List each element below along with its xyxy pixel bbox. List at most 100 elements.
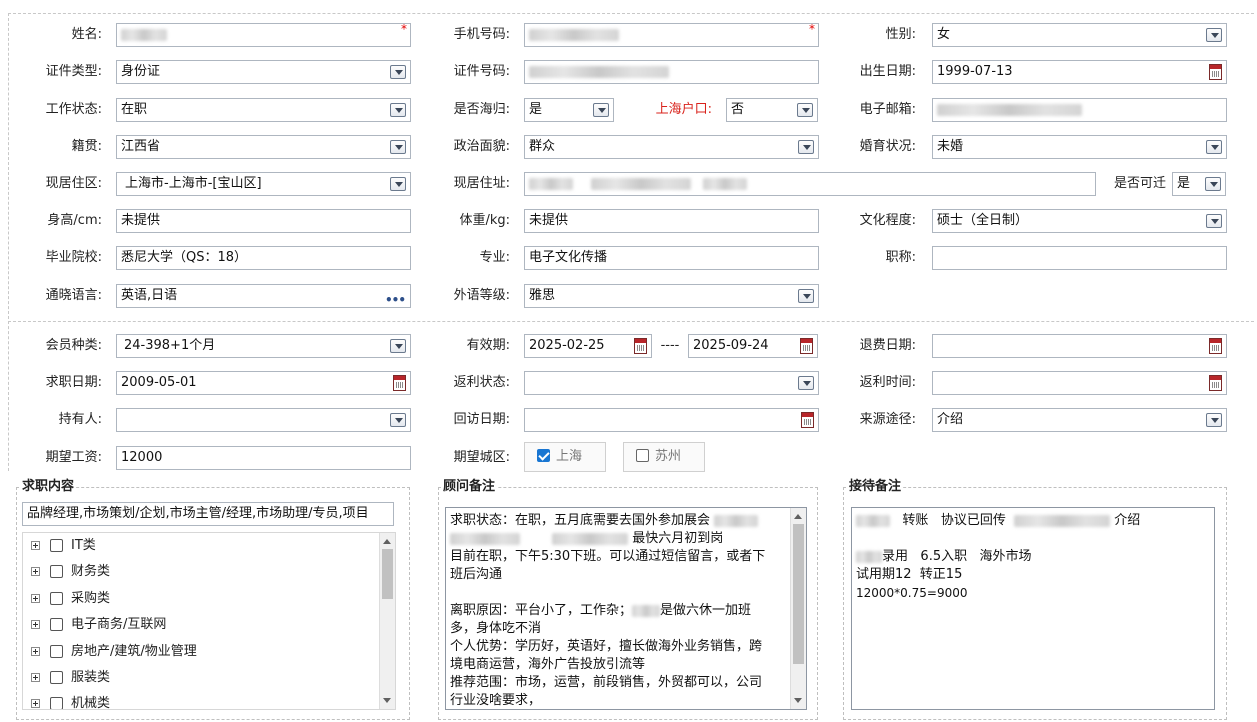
gender-select[interactable]: 女 [932,23,1227,47]
tree-item-clothing[interactable]: 服装类 [31,667,110,689]
school-input[interactable]: 悉尼大学（QS：18） [116,246,411,270]
name-input[interactable]: * [116,23,411,47]
city-option-suzhou[interactable]: 苏州 [623,442,705,472]
marital-select[interactable]: 未婚 [932,135,1227,159]
tree-item-it[interactable]: IT类 [31,535,96,557]
chevron-down-icon[interactable] [1206,28,1222,42]
chevron-down-icon[interactable] [390,65,406,79]
scroll-up-icon[interactable] [794,514,802,519]
jobsearch-date-input[interactable]: 2009-05-01 [116,371,411,395]
scroll-down-icon[interactable] [383,698,391,703]
chevron-down-icon[interactable] [1205,177,1221,191]
chevron-down-icon[interactable] [390,140,406,154]
title-input[interactable] [932,246,1227,270]
calendar-icon[interactable] [801,412,814,428]
calendar-icon[interactable] [1209,64,1222,80]
chevron-down-icon[interactable] [390,177,406,191]
source-select[interactable]: 介绍 [932,408,1227,432]
checkbox-checked-icon[interactable] [537,449,550,462]
work-status-select[interactable]: 在职 [116,98,411,122]
rebate-status-select[interactable] [524,371,819,395]
validity-start-input[interactable]: 2025-02-25 [524,334,652,358]
scroll-thumb[interactable] [382,549,393,599]
id-type-select[interactable]: 身份证 [116,60,411,84]
city-option-shanghai[interactable]: 上海 [524,442,606,472]
checkbox-icon[interactable] [636,449,649,462]
language-input[interactable]: 英语,日语 ••• [116,284,411,308]
advisor-notes-scrollbar[interactable] [790,508,806,709]
checkbox-icon[interactable] [50,671,63,684]
hukou-select[interactable]: 否 [726,98,818,122]
member-type-select[interactable]: 24-398+1个月 [116,334,411,358]
returnee-select[interactable]: 是 [524,98,614,122]
tree-scrollbar[interactable] [379,533,395,709]
revisit-date-input[interactable] [524,408,819,432]
expand-icon[interactable] [31,647,40,656]
job-summary-input[interactable]: 品牌经理,市场策划/企划,市场主管/经理,市场助理/专员,项目 [22,502,394,526]
district-select[interactable]: 上海市-上海市-[宝山区] [116,172,411,196]
calendar-icon[interactable] [1209,338,1222,354]
holder-select[interactable] [116,408,411,432]
scroll-thumb[interactable] [793,524,804,664]
expand-icon[interactable] [31,567,40,576]
tree-item-finance[interactable]: 财务类 [31,561,110,583]
job-category-tree[interactable]: IT类 财务类 采购类 电子商务/互联网 房地产/建筑/物业管理 服装类 机械类 [22,532,396,710]
tree-item-purchase[interactable]: 采购类 [31,588,110,610]
birth-date-input[interactable]: 1999-07-13 [932,60,1227,84]
chevron-down-icon[interactable] [797,103,813,117]
scroll-up-icon[interactable] [383,539,391,544]
id-number-input[interactable] [524,60,819,84]
chevron-down-icon[interactable] [593,103,609,117]
email-input[interactable] [932,98,1227,122]
phone-input[interactable]: * [524,23,819,47]
tree-item-realestate[interactable]: 房地产/建筑/物业管理 [31,641,197,663]
calendar-icon[interactable] [634,338,647,354]
hukou-value: 否 [731,102,745,117]
checkbox-icon[interactable] [50,645,63,658]
checkbox-icon[interactable] [50,539,63,552]
scroll-down-icon[interactable] [794,698,802,703]
tree-item-label: 机械类 [71,696,111,710]
relocate-select[interactable]: 是 [1172,172,1226,196]
lang-level-select[interactable]: 雅思 [524,284,819,308]
expand-icon[interactable] [31,699,40,708]
chevron-down-icon[interactable] [390,413,406,427]
expand-icon[interactable] [31,673,40,682]
education-select[interactable]: 硕士（全日制） [932,209,1227,233]
chevron-down-icon[interactable] [1206,214,1222,228]
tree-item-machinery[interactable]: 机械类 [31,693,111,710]
refund-date-input[interactable] [932,334,1227,358]
rebate-time-input[interactable] [932,371,1227,395]
checkbox-icon[interactable] [50,592,63,605]
checkbox-icon[interactable] [50,697,63,709]
chevron-down-icon[interactable] [798,289,814,303]
more-options-icon[interactable]: ••• [385,289,406,307]
expand-icon[interactable] [31,541,40,550]
weight-input[interactable]: 未提供 [524,209,819,233]
chevron-down-icon[interactable] [390,339,406,353]
salary-input[interactable]: 12000 [116,446,411,470]
reception-notes-textarea[interactable]: 转账 协议已回传 介绍 录用 6.5入职 海外市场 试用期12 转正15 120… [851,507,1215,710]
validity-end-input[interactable]: 2025-09-24 [688,334,818,358]
political-select[interactable]: 群众 [524,135,819,159]
chevron-down-icon[interactable] [390,103,406,117]
checkbox-icon[interactable] [50,565,63,578]
chevron-down-icon[interactable] [798,140,814,154]
height-input[interactable]: 未提供 [116,209,411,233]
origin-select[interactable]: 江西省 [116,135,411,159]
chevron-down-icon[interactable] [798,376,814,390]
chevron-down-icon[interactable] [1206,413,1222,427]
calendar-icon[interactable] [800,338,813,354]
major-input[interactable]: 电子文化传播 [524,246,819,270]
id-number-label: 证件号码: [453,64,510,79]
advisor-notes-textarea[interactable]: 求职状态：在职，五月底需要去国外参加展会 最快六月初到岗 目前在职，下午5:30… [445,507,807,710]
calendar-icon[interactable] [1209,375,1222,391]
chevron-down-icon[interactable] [1206,140,1222,154]
expand-icon[interactable] [31,620,40,629]
address-input[interactable] [524,172,1096,196]
tree-item-ecommerce[interactable]: 电子商务/互联网 [31,614,166,636]
calendar-icon[interactable] [393,375,406,391]
checkbox-icon[interactable] [50,618,63,631]
expand-icon[interactable] [31,594,40,603]
section-divider-middle [8,321,1254,322]
